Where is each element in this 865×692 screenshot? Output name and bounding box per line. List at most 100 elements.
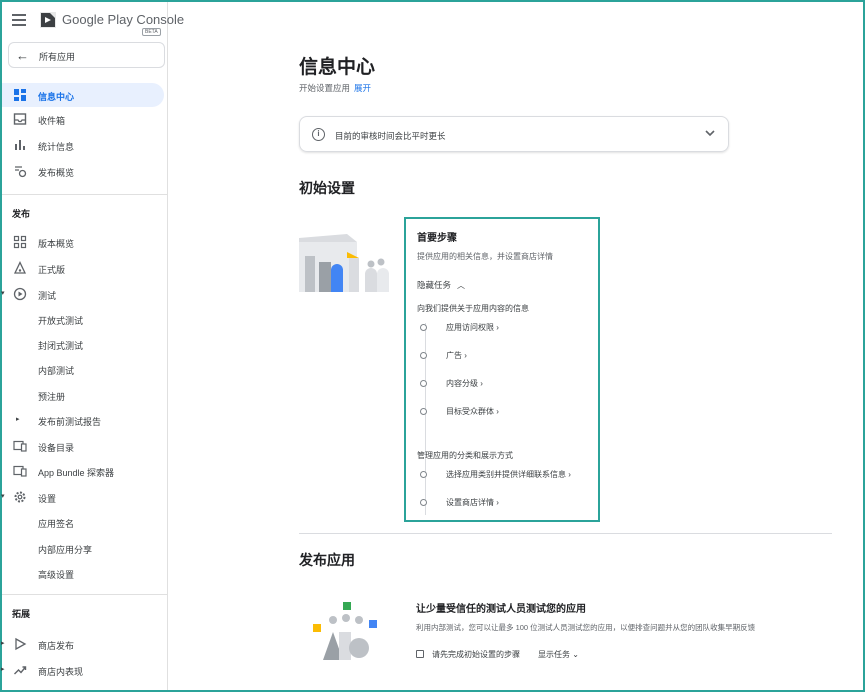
sidebar-item-store-performance[interactable]: ▸ 商店内表现	[1, 658, 164, 682]
task-label: 广告 ›	[446, 351, 467, 360]
sidebar-item-label: 内部测试	[38, 366, 75, 376]
sidebar-item-production[interactable]: 正式版	[2, 256, 164, 280]
sidebar-item-label: 统计信息	[38, 142, 75, 152]
show-tasks-button[interactable]: 显示任务 ⌄	[538, 650, 579, 659]
production-icon	[13, 260, 27, 275]
sidebar-item-label: 发布概览	[38, 168, 75, 178]
bar-chart-icon	[13, 138, 27, 152]
subtitle-text: 开始设置应用	[299, 83, 351, 93]
divider	[2, 594, 168, 595]
sidebar-item-release-overview[interactable]: 版本概览	[2, 230, 164, 254]
app-logo-text: Google Play Console	[62, 12, 185, 27]
section-divider	[299, 533, 832, 534]
task-label: 内容分级 ›	[446, 379, 483, 388]
sidebar-item-settings[interactable]: ▾ 设置	[1, 485, 164, 509]
sidebar-item-app-bundle-explorer[interactable]: App Bundle 探索器	[2, 459, 164, 483]
back-arrow-icon: ←	[16, 48, 29, 63]
internal-testing-title: 让少量受信任的测试人员测试您的应用	[416, 604, 586, 615]
task-status-icon	[420, 380, 427, 387]
sidebar-item-label: App Bundle 探索器	[38, 468, 115, 478]
first-steps-title: 首要步骤	[417, 233, 457, 244]
beta-badge: BETA	[142, 28, 161, 36]
show-tasks-label: 显示任务	[538, 650, 570, 659]
sidebar-item-label: 开放式测试	[38, 316, 84, 326]
hide-tasks-label: 隐藏任务	[417, 280, 452, 290]
task-label: 选择应用类别并提供详细联系信息 ›	[446, 470, 571, 479]
sidebar-item-app-signing[interactable]: 应用签名	[2, 510, 164, 534]
sidebar-item-label: 高级设置	[38, 570, 75, 580]
section-title-publish: 发布应用	[299, 552, 355, 568]
first-steps-card: 首要步骤 提供应用的相关信息，并设置商店详情 隐藏任务 ︿ 向我们提供关于应用内容…	[404, 217, 600, 522]
sidebar-item-open-testing[interactable]: 开放式测试	[2, 307, 164, 331]
chevron-down-icon: ⌄	[572, 650, 579, 659]
menu-icon[interactable]	[12, 14, 26, 26]
sidebar-item-label: 封闭式测试	[38, 341, 84, 351]
sidebar-item-device-catalog[interactable]: 设备目录	[2, 434, 164, 458]
gear-icon	[13, 490, 27, 504]
task-status-icon	[420, 408, 427, 415]
sidebar-item-advanced-settings[interactable]: 高级设置	[2, 561, 164, 585]
all-apps-button[interactable]: ← 所有应用	[8, 42, 165, 68]
sidebar-item-label: 正式版	[38, 265, 66, 275]
section-title-release: 发布	[12, 209, 31, 219]
grid-icon	[13, 235, 27, 249]
sidebar-item-label: 设备目录	[38, 443, 75, 453]
notice-text: 目前的审核时间会比平时更长	[335, 131, 446, 141]
expand-caret-icon[interactable]: ▸	[16, 415, 20, 423]
section-title-initial-setup: 初始设置	[299, 180, 355, 196]
top-bar: Google Play Console BETA	[2, 2, 184, 38]
review-time-notice[interactable]: i 目前的审核时间会比平时更长	[299, 116, 729, 152]
sidebar-item-label: 应用签名	[38, 519, 75, 529]
play-console-logo-icon	[40, 12, 56, 28]
sidebar-item-label: 设置	[38, 494, 57, 504]
sidebar-item-label: 信息中心	[38, 92, 75, 102]
expand-caret-icon[interactable]: ▸	[1, 639, 5, 647]
hide-tasks-button[interactable]: 隐藏任务 ︿	[417, 279, 465, 291]
sidebar: Google Play Console BETA ← 所有应用 信息中心 收件箱…	[1, 2, 184, 690]
testers-illustration	[313, 602, 377, 660]
page-subtitle: 开始设置应用 展开	[299, 82, 371, 94]
sidebar-item-closed-testing[interactable]: 封闭式测试	[2, 332, 164, 356]
first-steps-description: 提供应用的相关信息，并设置商店详情	[417, 252, 553, 261]
section-title-grow: 拓展	[12, 609, 31, 619]
task-label: 应用访问权限 ›	[446, 323, 499, 332]
chevron-down-icon[interactable]	[704, 127, 716, 139]
sidebar-item-pre-launch-report[interactable]: ▸ 发布前测试报告	[2, 408, 164, 432]
internal-testing-footer: 请先完成初始设置的步骤 显示任务 ⌄	[416, 649, 579, 660]
sidebar-item-label: 版本概览	[38, 239, 75, 249]
sidebar-item-label: 预注册	[38, 392, 66, 402]
main-content: 信息中心 开始设置应用 展开 i 目前的审核时间会比平时更长 初始设置 首要步骤 …	[169, 2, 863, 690]
expand-caret-icon[interactable]: ▾	[1, 492, 5, 500]
expand-caret-icon[interactable]: ▸	[1, 665, 5, 673]
task-status-icon	[420, 471, 427, 478]
sidebar-item-publishing-overview[interactable]: 发布概览	[2, 159, 164, 183]
sidebar-item-testing[interactable]: ▾ 测试	[1, 282, 164, 306]
page-title: 信息中心	[299, 57, 376, 78]
play-circle-icon	[13, 287, 27, 301]
task-label: 设置商店详情 ›	[446, 498, 499, 507]
sidebar-item-label: 内部应用分享	[38, 545, 93, 555]
sidebar-item-label: 收件箱	[38, 116, 66, 126]
trending-icon	[13, 663, 27, 677]
sidebar-item-dashboard[interactable]: 信息中心	[2, 83, 164, 107]
divider	[2, 194, 168, 195]
sidebar-item-internal-app-sharing[interactable]: 内部应用分享	[2, 536, 164, 560]
expand-caret-icon[interactable]: ▾	[1, 289, 5, 297]
info-icon: i	[312, 128, 325, 141]
sidebar-item-inbox[interactable]: 收件箱	[2, 107, 164, 131]
internal-testing-description: 利用内部测试，您可以让最多 100 位测试人员测试您的应用，以便排查问题并从您的…	[416, 623, 756, 632]
all-apps-label: 所有应用	[39, 52, 76, 62]
sidebar-item-statistics[interactable]: 统计信息	[2, 133, 164, 157]
lock-icon	[416, 650, 424, 658]
sidebar-item-label: 商店发布	[38, 641, 75, 651]
sidebar-item-internal-testing[interactable]: 内部测试	[2, 357, 164, 381]
setup-illustration	[299, 234, 389, 292]
sidebar-item-pre-registration[interactable]: 预注册	[2, 383, 164, 407]
task-status-icon	[420, 499, 427, 506]
inbox-icon	[13, 112, 27, 126]
sidebar-item-store-presence[interactable]: ▸ 商店发布	[1, 632, 164, 656]
task-status-icon	[420, 352, 427, 359]
sidebar-item-label: 测试	[38, 291, 57, 301]
task-status-icon	[420, 324, 427, 331]
expand-link[interactable]: 展开	[354, 83, 371, 93]
